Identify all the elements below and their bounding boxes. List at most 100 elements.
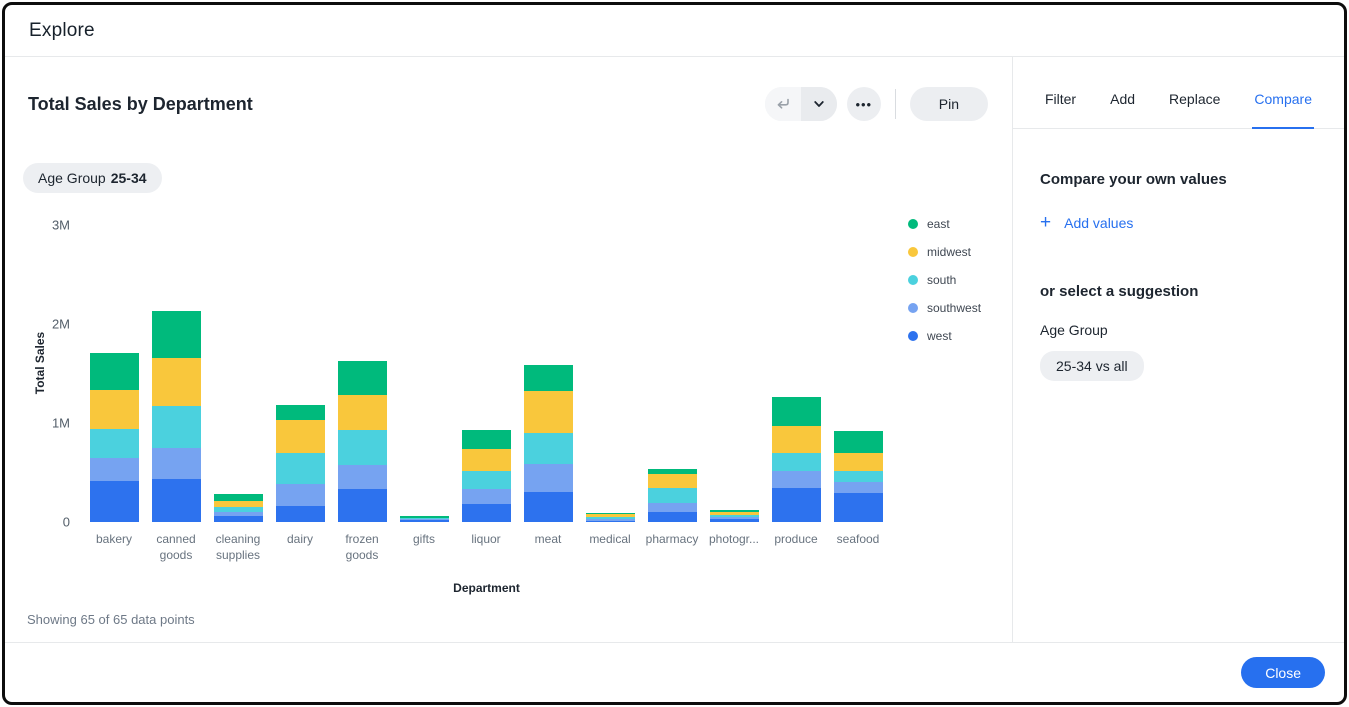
bar-segment-west[interactable] bbox=[214, 516, 263, 522]
x-axis-tick-label: meat bbox=[517, 531, 579, 563]
y-axis-tick-label: 2M bbox=[52, 317, 70, 332]
bar-segment-south[interactable] bbox=[338, 430, 387, 465]
bar-segment-west[interactable] bbox=[772, 488, 821, 522]
legend-item-southwest[interactable]: southwest bbox=[908, 301, 981, 315]
bar-segment-midwest[interactable] bbox=[276, 420, 325, 453]
undo-button[interactable] bbox=[765, 87, 801, 121]
y-axis-tick-label: 3M bbox=[52, 218, 70, 233]
bar-segment-west[interactable] bbox=[400, 520, 449, 522]
bar-segment-west[interactable] bbox=[648, 512, 697, 522]
suggestion-chip[interactable]: 25-34 vs all bbox=[1040, 351, 1144, 381]
tab-add[interactable]: Add bbox=[1108, 91, 1137, 129]
bar-segment-south[interactable] bbox=[524, 433, 573, 464]
tab-compare[interactable]: Compare bbox=[1252, 91, 1314, 129]
bar-segment-midwest[interactable] bbox=[152, 358, 201, 407]
bar-segment-southwest[interactable] bbox=[462, 489, 511, 504]
bar-segment-southwest[interactable] bbox=[648, 503, 697, 512]
chevron-down-icon bbox=[812, 97, 826, 111]
bar-segment-midwest[interactable] bbox=[834, 453, 883, 471]
bar-segment-east[interactable] bbox=[338, 361, 387, 396]
bar-segment-west[interactable] bbox=[90, 481, 139, 522]
bar-segment-west[interactable] bbox=[710, 519, 759, 522]
bar-segment-south[interactable] bbox=[772, 453, 821, 471]
legend-dot-south bbox=[908, 275, 918, 285]
legend-item-midwest[interactable]: midwest bbox=[908, 245, 981, 259]
bar-segment-west[interactable] bbox=[338, 489, 387, 522]
bar-frozen-goods bbox=[338, 361, 387, 522]
compare-heading: Compare your own values bbox=[1040, 171, 1320, 188]
bar-segment-midwest[interactable] bbox=[90, 390, 139, 429]
y-axis-tick-label: 0 bbox=[63, 515, 70, 530]
x-axis-tick-label: bakery bbox=[83, 531, 145, 563]
bar-segment-midwest[interactable] bbox=[648, 474, 697, 488]
bar-segment-southwest[interactable] bbox=[834, 482, 883, 493]
x-axis-ticks: bakerycanned goodscleaning suppliesdairy… bbox=[83, 531, 893, 563]
legend-item-east[interactable]: east bbox=[908, 217, 981, 231]
tab-filter[interactable]: Filter bbox=[1043, 91, 1078, 129]
side-panel-tabs: Filter Add Replace Compare bbox=[1013, 57, 1344, 129]
bar-segment-west[interactable] bbox=[524, 492, 573, 522]
bar-segment-south[interactable] bbox=[462, 471, 511, 490]
bar-segment-east[interactable] bbox=[834, 431, 883, 453]
bar-segment-southwest[interactable] bbox=[276, 484, 325, 506]
legend-dot-east bbox=[908, 219, 918, 229]
more-options-button[interactable]: ••• bbox=[847, 87, 881, 121]
undo-group bbox=[765, 87, 837, 121]
legend-item-south[interactable]: south bbox=[908, 273, 981, 287]
history-dropdown-button[interactable] bbox=[801, 87, 837, 121]
bar-gifts bbox=[400, 516, 449, 522]
bar-segment-south[interactable] bbox=[834, 471, 883, 483]
data-points-status: Showing 65 of 65 data points bbox=[27, 612, 1012, 627]
close-button[interactable]: Close bbox=[1241, 657, 1325, 688]
bar-segment-east[interactable] bbox=[462, 430, 511, 449]
bar-segment-south[interactable] bbox=[648, 488, 697, 503]
add-values-label: Add values bbox=[1064, 215, 1133, 231]
x-axis-tick-label: liquor bbox=[455, 531, 517, 563]
bar-segment-east[interactable] bbox=[772, 397, 821, 426]
age-group-filter-chip[interactable]: Age Group 25-34 bbox=[23, 163, 162, 193]
bar-segment-south[interactable] bbox=[152, 406, 201, 448]
bar-segment-east[interactable] bbox=[214, 494, 263, 501]
bar-segment-southwest[interactable] bbox=[338, 465, 387, 490]
y-axis-title: Total Sales bbox=[33, 332, 47, 394]
bar-segment-west[interactable] bbox=[462, 504, 511, 522]
bar-dairy bbox=[276, 405, 325, 522]
bar-segment-southwest[interactable] bbox=[772, 471, 821, 489]
chart-legend: east midwest south southwest west bbox=[908, 217, 981, 343]
legend-dot-west bbox=[908, 331, 918, 341]
filter-chip-value: 25-34 bbox=[111, 170, 147, 186]
side-panel: Filter Add Replace Compare Compare your own… bbox=[1012, 57, 1344, 642]
suggestion-heading: or select a suggestion bbox=[1040, 283, 1320, 300]
pin-button[interactable]: Pin bbox=[910, 87, 988, 121]
chart-title: Total Sales by Department bbox=[28, 94, 253, 115]
legend-item-west[interactable]: west bbox=[908, 329, 981, 343]
bar-segment-southwest[interactable] bbox=[524, 464, 573, 493]
bar-segment-east[interactable] bbox=[152, 311, 201, 358]
bar-segment-southwest[interactable] bbox=[152, 448, 201, 480]
legend-label: west bbox=[927, 329, 952, 343]
bar-segment-southwest[interactable] bbox=[90, 458, 139, 482]
bar-segment-east[interactable] bbox=[276, 405, 325, 420]
bar-segment-east[interactable] bbox=[90, 353, 139, 391]
bar-segment-midwest[interactable] bbox=[462, 449, 511, 471]
chart-toolbar: ••• Pin bbox=[765, 87, 988, 121]
bar-segment-west[interactable] bbox=[152, 479, 201, 522]
tab-replace[interactable]: Replace bbox=[1167, 91, 1222, 129]
bar-segment-east[interactable] bbox=[524, 365, 573, 392]
bar-segment-west[interactable] bbox=[276, 506, 325, 522]
bar-medical bbox=[586, 513, 635, 522]
chart-area: Total Sales 01M2M3M eastmidwestsouthsout… bbox=[5, 225, 1012, 595]
x-axis-tick-label: gifts bbox=[393, 531, 455, 563]
bar-segment-midwest[interactable] bbox=[338, 395, 387, 430]
plus-icon: + bbox=[1040, 216, 1051, 230]
x-axis-tick-label: pharmacy bbox=[641, 531, 703, 563]
page-title: Explore bbox=[29, 20, 95, 42]
bar-segment-midwest[interactable] bbox=[524, 391, 573, 433]
bar-segment-west[interactable] bbox=[586, 521, 635, 523]
bar-segment-west[interactable] bbox=[834, 493, 883, 522]
bar-segment-south[interactable] bbox=[90, 429, 139, 458]
bar-segment-south[interactable] bbox=[276, 453, 325, 485]
add-values-button[interactable]: + Add values bbox=[1040, 215, 1133, 231]
bar-segment-midwest[interactable] bbox=[772, 426, 821, 453]
bar-canned-goods bbox=[152, 311, 201, 522]
